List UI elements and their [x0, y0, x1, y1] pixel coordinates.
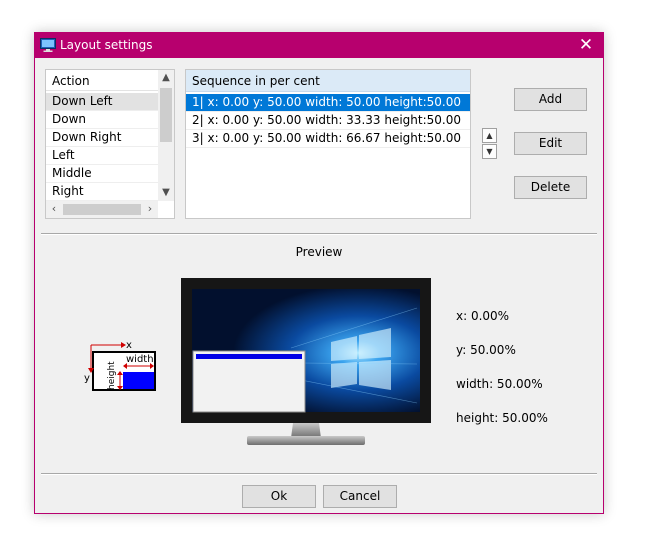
- separator: [41, 473, 597, 475]
- window-title: Layout settings: [60, 38, 153, 52]
- title-bar[interactable]: Layout settings ✕: [35, 33, 603, 58]
- monitor-icon: [40, 38, 56, 52]
- close-button[interactable]: ✕: [569, 33, 603, 58]
- move-down-button[interactable]: ▼: [482, 144, 497, 159]
- sequence-row[interactable]: 1| x: 0.00 y: 50.00 width: 50.00 height:…: [186, 94, 470, 112]
- preview-window-titlebar: [196, 354, 302, 359]
- diagram-x-label: x: [126, 340, 132, 351]
- scroll-thumb-horizontal[interactable]: [63, 204, 141, 215]
- info-height: height: 50.00%: [456, 411, 548, 425]
- scroll-up-icon[interactable]: ▲: [158, 70, 174, 86]
- action-item-left[interactable]: Left: [46, 147, 158, 165]
- sequence-row[interactable]: 3| x: 0.00 y: 50.00 width: 66.67 height:…: [186, 130, 470, 148]
- action-item-down-right[interactable]: Down Right: [46, 129, 158, 147]
- action-list-header: Action: [46, 70, 158, 91]
- diagram-y-label: y: [84, 373, 90, 384]
- close-icon: ✕: [578, 35, 594, 55]
- action-item-down[interactable]: Down: [46, 111, 158, 129]
- arrow-up-icon: ▲: [486, 131, 493, 140]
- scroll-thumb[interactable]: [160, 88, 172, 142]
- action-item-middle[interactable]: Middle: [46, 165, 158, 183]
- layout-settings-window: Layout settings ✕ Action Down Left Down …: [34, 32, 604, 514]
- diagram-height-label: height: [107, 361, 117, 390]
- arrow-down-icon: ▼: [486, 147, 493, 156]
- monitor-preview: [181, 278, 431, 445]
- monitor-stand: [247, 436, 365, 445]
- action-list-vertical-scrollbar[interactable]: ▲ ▼: [158, 70, 174, 201]
- separator: [41, 233, 597, 235]
- sequence-list[interactable]: Sequence in per cent 1| x: 0.00 y: 50.00…: [185, 69, 471, 219]
- info-width: width: 50.00%: [456, 377, 543, 391]
- sequence-list-header: Sequence in per cent: [186, 70, 470, 92]
- preview-window-area: [192, 350, 306, 413]
- add-button[interactable]: Add: [514, 88, 587, 111]
- preview-label: Preview: [295, 245, 343, 259]
- cancel-button[interactable]: Cancel: [323, 485, 397, 508]
- sequence-row[interactable]: 2| x: 0.00 y: 50.00 width: 33.33 height:…: [186, 112, 470, 130]
- move-up-button[interactable]: ▲: [482, 128, 497, 143]
- scroll-left-icon[interactable]: ‹: [46, 201, 62, 218]
- edit-button[interactable]: Edit: [514, 132, 587, 155]
- info-y: y: 50.00%: [456, 343, 516, 357]
- ok-button[interactable]: Ok: [242, 485, 316, 508]
- action-item-right[interactable]: Right: [46, 183, 158, 201]
- info-x: x: 0.00%: [456, 309, 510, 323]
- scroll-down-icon[interactable]: ▼: [158, 185, 174, 201]
- action-list[interactable]: Action Down Left Down Down Right Left Mi…: [45, 69, 175, 219]
- diagram-width-label: width: [126, 354, 154, 365]
- action-list-horizontal-scrollbar[interactable]: ‹ ›: [46, 201, 158, 218]
- layout-diagram: x y width height: [84, 340, 156, 391]
- delete-button[interactable]: Delete: [514, 176, 587, 199]
- scroll-right-icon[interactable]: ›: [142, 201, 158, 218]
- action-item-down-left[interactable]: Down Left: [46, 93, 158, 111]
